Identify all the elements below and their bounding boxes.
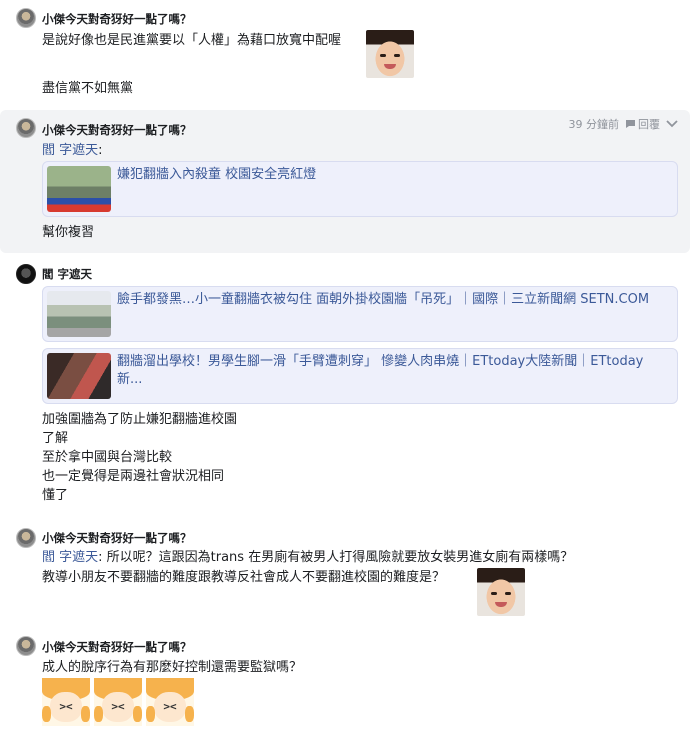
comment-1: 小傑今天對奇犽好一點了嗎？ 是說好像也是民進黨要以「人權」為藉口放寬中配喔 盡信…	[0, 0, 690, 108]
comment-text-line: 教導小朋友不要翻牆的難度跟教導反社會成人不要翻進校園的難度是？	[42, 570, 446, 585]
link-preview-card[interactable]: 嫌犯翻牆入內殺童 校園安全亮紅燈	[42, 161, 678, 217]
mention-suffix: :	[98, 143, 103, 158]
link-preview-title[interactable]: 翻牆溜出學校！男學生腳一滑「手臂遭刺穿」 慘變人肉串燒｜ETtoday大陸新聞｜…	[117, 353, 667, 389]
comment-author[interactable]: 小傑今天對奇犽好一點了嗎？	[42, 11, 192, 27]
avatar[interactable]	[16, 118, 36, 138]
comment-text-line: 也一定覺得是兩邊社會狀況相同	[42, 469, 225, 484]
comment-2: 小傑今天對奇犽好一點了嗎？ 39 分鐘前 回覆 閻 字遮天: 嫌犯翻牆入內殺童 …	[0, 110, 690, 253]
news-thumbnail-image	[47, 166, 111, 212]
comment-5: 小傑今天對奇犽好一點了嗎？ 成人的脫序行為有那麼好控制還需要監獄嗎？ >< ><…	[0, 630, 690, 735]
avatar[interactable]	[16, 636, 36, 656]
chevron-down-icon[interactable]	[666, 118, 678, 131]
comment-author[interactable]: 小傑今天對奇犽好一點了嗎？	[42, 122, 192, 138]
anime-sticker-image: ><	[146, 678, 194, 726]
comment-author[interactable]: 小傑今天對奇犽好一點了嗎？	[42, 639, 192, 655]
link-preview-card[interactable]: 翻牆溜出學校！男學生腳一滑「手臂遭刺穿」 慘變人肉串燒｜ETtoday大陸新聞｜…	[42, 348, 678, 404]
comment-text-line: 懂了	[42, 488, 69, 503]
comment-text-line: 成人的脫序行為有那麼好控制還需要監獄嗎？	[42, 660, 303, 675]
comment-text-line: 盡信黨不如無黨	[42, 81, 134, 96]
comment-text-line: 了解	[42, 431, 69, 446]
avatar[interactable]	[16, 8, 36, 28]
comment-author[interactable]: 閻 字遮天	[42, 266, 92, 282]
link-preview-title[interactable]: 臉手都發黑…小一童翻牆衣被勾住 面朝外掛校園牆「吊死」｜國際｜三立新聞網 SET…	[117, 291, 667, 309]
link-preview-title[interactable]: 嫌犯翻牆入內殺童 校園安全亮紅燈	[117, 166, 667, 184]
mention-suffix: : 所以呢？這跟因為trans 在男廁有被男人打得風險就要放女裝男進女廁有兩樣嗎…	[98, 550, 574, 565]
reply-button[interactable]: 回覆	[625, 116, 660, 132]
comment-4: 小傑今天對奇犽好一點了嗎？ 閻 字遮天: 所以呢？這跟因為trans 在男廁有被…	[0, 522, 690, 622]
face-sticker-image	[477, 568, 525, 616]
comment-text-line: 是說好像也是民進黨要以「人權」為藉口放寬中配喔	[42, 33, 342, 48]
news-thumbnail-image	[47, 291, 111, 337]
face-sticker-image	[366, 30, 414, 78]
mention-link[interactable]: 閻 字遮天	[42, 143, 98, 158]
mention-line: 閻 字遮天:	[42, 142, 103, 159]
news-thumbnail-image	[47, 353, 111, 399]
anime-sticker-image: ><	[42, 678, 90, 726]
comment-time[interactable]: 39 分鐘前	[569, 116, 620, 132]
link-preview-card[interactable]: 臉手都發黑…小一童翻牆衣被勾住 面朝外掛校園牆「吊死」｜國際｜三立新聞網 SET…	[42, 286, 678, 342]
reply-label: 回覆	[638, 118, 660, 131]
comment-text-line: 加強圍牆為了防止嫌犯翻牆進校園	[42, 412, 238, 427]
avatar[interactable]	[16, 528, 36, 548]
avatar[interactable]	[16, 264, 36, 284]
comment-meta: 39 分鐘前 回覆	[569, 116, 679, 132]
comment-text-line: 至於拿中國與台灣比較	[42, 450, 173, 465]
comment-author[interactable]: 小傑今天對奇犽好一點了嗎？	[42, 530, 192, 546]
mention-line: 閻 字遮天: 所以呢？這跟因為trans 在男廁有被男人打得風險就要放女裝男進女…	[42, 549, 573, 566]
comment-text-line: 幫你複習	[42, 225, 95, 240]
reply-bubble-icon	[626, 120, 635, 128]
anime-sticker-image: ><	[94, 678, 142, 726]
mention-link[interactable]: 閻 字遮天	[42, 550, 98, 565]
comment-3: 閻 字遮天 臉手都發黑…小一童翻牆衣被勾住 面朝外掛校園牆「吊死」｜國際｜三立新…	[0, 256, 690, 518]
